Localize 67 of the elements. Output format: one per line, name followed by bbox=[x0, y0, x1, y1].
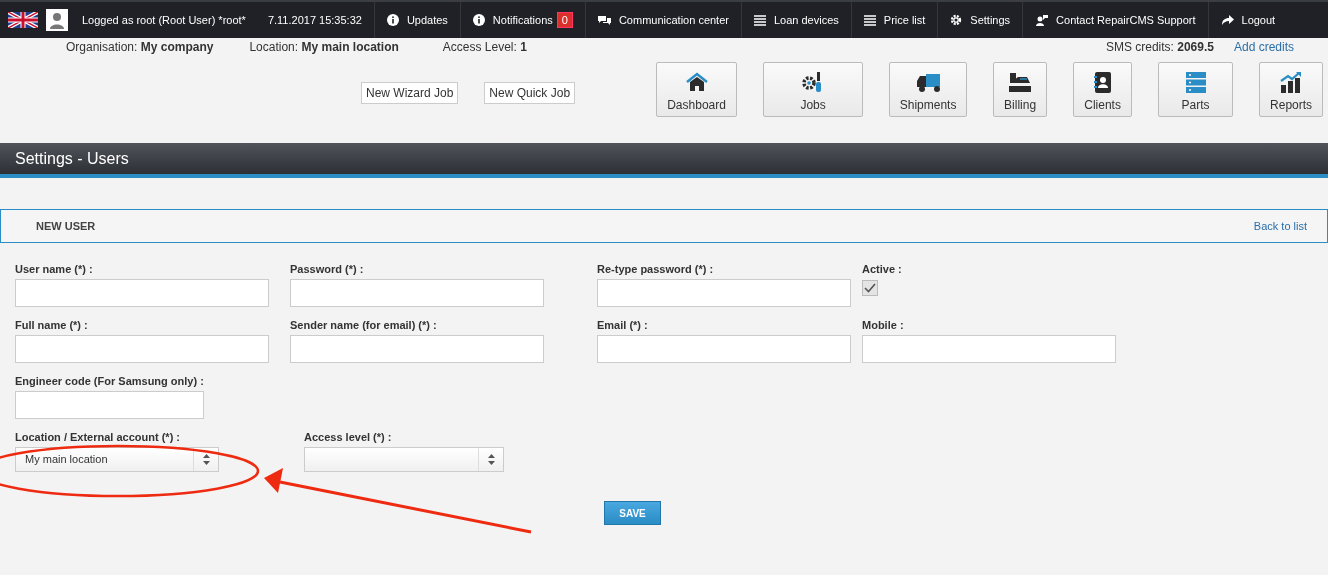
field-label: Password (*) : bbox=[290, 263, 365, 277]
nav-button[interactable]: Clients bbox=[1073, 62, 1133, 117]
input-field[interactable] bbox=[290, 279, 544, 307]
nav-button[interactable]: Shipments bbox=[889, 62, 968, 117]
gear-icon bbox=[950, 14, 963, 26]
register-icon bbox=[1008, 71, 1033, 94]
info-icon bbox=[472, 14, 485, 26]
nav-button[interactable]: Reports bbox=[1259, 62, 1324, 117]
input-field[interactable] bbox=[597, 279, 851, 307]
nav-button[interactable]: Billing bbox=[993, 62, 1048, 117]
info-text: Access Level: 1 bbox=[442, 40, 527, 54]
checkbox[interactable] bbox=[862, 280, 878, 296]
select-field[interactable] bbox=[304, 447, 504, 472]
nav-button[interactable]: Jobs bbox=[763, 62, 864, 117]
date-time: 7.11.2017 15:35:32 bbox=[267, 14, 362, 26]
field-label: Mobile : bbox=[862, 319, 905, 333]
add-credits-link[interactable]: Add credits bbox=[1233, 40, 1294, 54]
field-label: Access level (*) : bbox=[304, 431, 393, 445]
field-label: Location / External account (*) : bbox=[15, 431, 182, 445]
sms-credits: SMS credits: 2069.5 bbox=[1105, 40, 1214, 54]
field-label: Engineer code (For Samsung only) : bbox=[15, 375, 205, 389]
page-title: Settings - Users bbox=[15, 149, 129, 168]
top-menu-item[interactable]: Logout bbox=[1207, 2, 1294, 38]
select-field[interactable]: My main location bbox=[15, 447, 219, 472]
input-field[interactable] bbox=[15, 279, 269, 307]
top-menu-item[interactable]: Settings bbox=[937, 2, 1023, 38]
field-label: Active : bbox=[862, 263, 903, 277]
notification-badge: 0 bbox=[556, 12, 573, 28]
support-icon bbox=[1035, 14, 1049, 26]
top-menu-item[interactable]: Loan devices bbox=[740, 2, 851, 38]
top-menu-item[interactable]: Notifications 0 bbox=[459, 2, 585, 38]
truck-icon bbox=[916, 71, 941, 94]
nav-button[interactable]: Dashboard bbox=[656, 62, 738, 117]
field-label: User name (*) : bbox=[15, 263, 94, 277]
updown-icon bbox=[202, 454, 210, 465]
input-field[interactable] bbox=[290, 335, 544, 363]
input-field[interactable] bbox=[15, 335, 269, 363]
field-label: Re-type password (*) : bbox=[597, 263, 715, 277]
top-menu-item[interactable]: Updates bbox=[373, 2, 460, 38]
list-icon bbox=[863, 14, 876, 26]
avatar-icon bbox=[46, 9, 68, 31]
quick-job-button[interactable]: New Wizard Job bbox=[361, 82, 459, 104]
nav-button[interactable]: Parts bbox=[1158, 62, 1234, 117]
back-link[interactable]: Back to list bbox=[1253, 220, 1307, 232]
field-label: Email (*) : bbox=[597, 319, 649, 333]
house-icon bbox=[684, 71, 709, 94]
chat-icon bbox=[597, 14, 611, 26]
updown-icon bbox=[487, 454, 495, 465]
panel-title: NEW USER bbox=[36, 220, 96, 232]
user-text: Logged as root (Root User) *root* bbox=[82, 14, 246, 26]
input-field[interactable] bbox=[15, 391, 204, 419]
flag-icon bbox=[8, 12, 38, 28]
input-field[interactable] bbox=[862, 335, 1116, 363]
top-menu-item[interactable]: Communication center bbox=[584, 2, 741, 38]
top-menu-item[interactable]: Contact RepairCMS Support bbox=[1022, 2, 1208, 38]
field-label: Sender name (for email) (*) : bbox=[290, 319, 438, 333]
list-icon bbox=[753, 14, 766, 26]
server-icon bbox=[1183, 71, 1208, 94]
info-text: Location: My main location bbox=[249, 40, 399, 54]
top-menu-item[interactable]: Price list bbox=[850, 2, 938, 38]
share-icon bbox=[1220, 14, 1234, 26]
info-text: Organisation: My company bbox=[66, 40, 214, 54]
bar-chart-icon bbox=[1279, 71, 1304, 94]
info-icon bbox=[386, 14, 399, 26]
quick-job-button[interactable]: New Quick Job bbox=[484, 82, 576, 104]
field-label: Full name (*) : bbox=[15, 319, 89, 333]
input-field[interactable] bbox=[597, 335, 851, 363]
